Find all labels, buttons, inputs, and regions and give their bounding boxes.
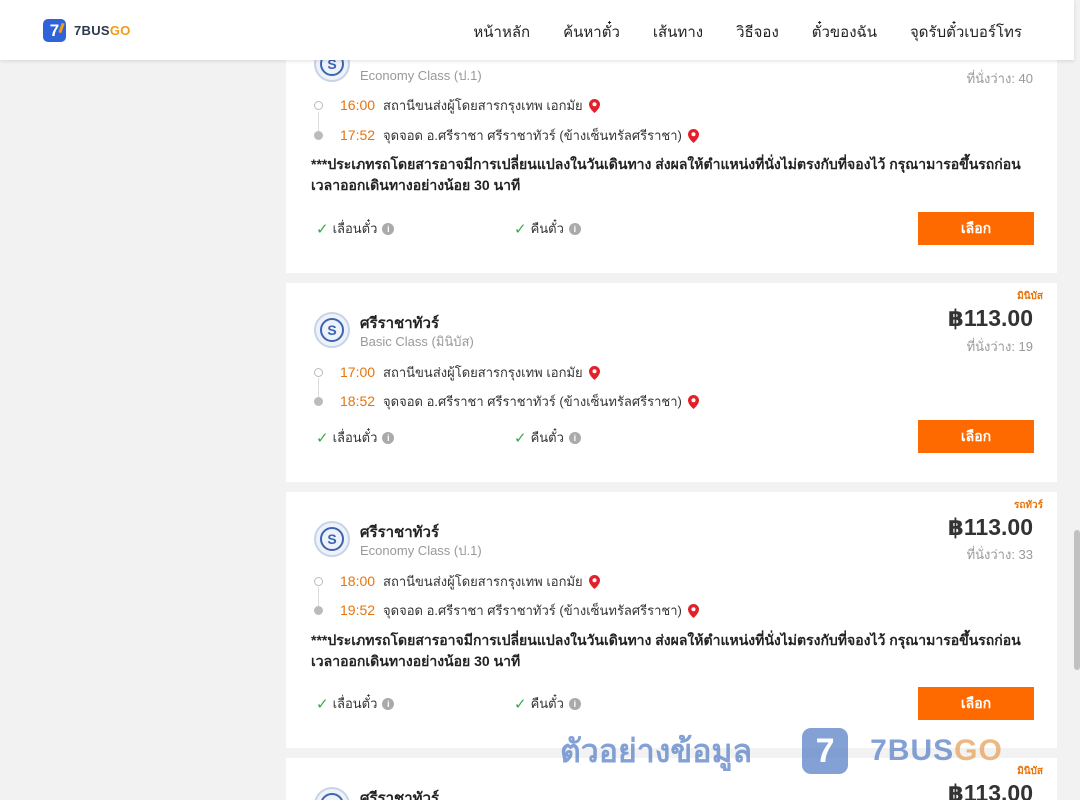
departure-stop: 16:00 สถานีขนส่งผู้โดยสารกรุงเทพ เอกมัย [314, 95, 600, 115]
info-icon[interactable]: i [568, 697, 581, 710]
bus-class: Economy Class (ป.1) [360, 543, 482, 558]
arrival-dot-icon [314, 605, 323, 615]
operator-logo-icon: S [314, 787, 350, 800]
check-icon: ✓ [514, 220, 527, 238]
select-trip-button[interactable]: เลือก [918, 687, 1034, 720]
seats-available: ที่นั่งว่าง: 33 [966, 547, 1033, 562]
bus-type-badge: รถทัวร์ [1013, 500, 1043, 511]
arrival-stop: 19:52 จุดจอด อ.ศรีราชา ศรีราชาทัวร์ (ข้า… [314, 600, 699, 620]
bus-class: Economy Class (ป.1) [360, 68, 482, 83]
arrival-time: 17:52 [340, 127, 376, 143]
arrival-place: จุดจอด อ.ศรีราชา ศรีราชาทัวร์ (ข้างเซ็นท… [383, 602, 682, 618]
departure-dot-icon [314, 100, 323, 110]
page-scrollbar[interactable] [1074, 0, 1080, 800]
seats-available: ที่นั่งว่าง: 40 [966, 71, 1033, 86]
nav-how-to-book[interactable]: วิธีจอง [736, 20, 779, 44]
refund-ticket-feature: ✓ คืนตั๋ว i [514, 427, 581, 448]
bus-change-notice: ***ประเภทรถโดยสารอาจมีการเปลี่ยนแปลงในวั… [311, 156, 1021, 193]
map-pin-icon[interactable] [687, 604, 699, 618]
info-icon[interactable]: i [568, 222, 581, 235]
operator-logo-icon: S [314, 312, 350, 348]
ticket-price: ฿113.00 [947, 514, 1033, 540]
departure-dot-icon [314, 367, 323, 377]
map-pin-icon[interactable] [687, 395, 699, 409]
departure-dot-icon [314, 576, 323, 586]
bus-type-badge: มินิบัส [1017, 291, 1043, 302]
check-icon: ✓ [316, 429, 329, 447]
brand-logo[interactable]: 7 7BUSGO [43, 19, 131, 42]
ticket-price: ฿113.00 [947, 780, 1033, 800]
departure-time: 17:00 [340, 364, 376, 380]
departure-time: 18:00 [340, 573, 376, 589]
departure-place: สถานีขนส่งผู้โดยสารกรุงเทพ เอกมัย [383, 573, 583, 589]
brand-logo-icon: 7 [43, 19, 66, 42]
map-pin-icon[interactable] [588, 575, 600, 589]
check-icon: ✓ [316, 695, 329, 713]
trip-card: มินิบัส S ศรีราชาทัวร์ ฿113.00 [286, 758, 1057, 800]
change-ticket-feature: ✓ เลื่อนตั๋ว i [316, 427, 395, 448]
select-trip-button[interactable]: เลือก [918, 420, 1034, 453]
seats-available: ที่นั่งว่าง: 19 [966, 339, 1033, 354]
info-icon[interactable]: i [382, 431, 395, 444]
arrival-time: 18:52 [340, 393, 376, 409]
brand-name: 7BUSGO [74, 23, 131, 38]
operator-name: ศรีราชาทัวร์ [360, 790, 440, 800]
departure-stop: 17:00 สถานีขนส่งผู้โดยสารกรุงเทพ เอกมัย [314, 362, 600, 382]
change-ticket-feature: ✓ เลื่อนตั๋ว i [316, 693, 395, 714]
arrival-stop: 18:52 จุดจอด อ.ศรีราชา ศรีราชาทัวร์ (ข้า… [314, 391, 699, 411]
map-pin-icon[interactable] [588, 366, 600, 380]
info-icon[interactable]: i [382, 697, 395, 710]
nav-search-ticket[interactable]: ค้นหาตั๋ว [563, 20, 620, 44]
nav-my-tickets[interactable]: ตั๋วของฉัน [812, 20, 877, 44]
trip-card: รถทัวร์ S ศรีราชาทัวร์ Economy Class (ป.… [286, 492, 1057, 748]
scrollbar-thumb[interactable] [1074, 530, 1080, 670]
top-header: 7 7BUSGO หน้าหลัก ค้นหาตั๋ว เส้นทาง วิธี… [0, 0, 1074, 60]
change-ticket-feature: ✓ เลื่อนตั๋ว i [316, 218, 395, 239]
arrival-place: จุดจอด อ.ศรีราชา ศรีราชาทัวร์ (ข้างเซ็นท… [383, 393, 682, 409]
departure-place: สถานีขนส่งผู้โดยสารกรุงเทพ เอกมัย [383, 364, 583, 380]
nav-ticket-points[interactable]: จุดรับตั๋วเบอร์โทร [910, 20, 1022, 44]
ticket-price: ฿113.00 [947, 305, 1033, 331]
map-pin-icon[interactable] [687, 129, 699, 143]
trip-card: มินิบัส S ศรีราชาทัวร์ Basic Class (มินิ… [286, 283, 1057, 482]
trip-card: S Economy Class (ป.1) ที่นั่งว่าง: 40 16… [286, 30, 1057, 273]
nav-routes[interactable]: เส้นทาง [653, 20, 703, 44]
map-pin-icon[interactable] [588, 99, 600, 113]
refund-ticket-feature: ✓ คืนตั๋ว i [514, 693, 581, 714]
arrival-stop: 17:52 จุดจอด อ.ศรีราชา ศรีราชาทัวร์ (ข้า… [314, 125, 699, 145]
bus-type-badge: มินิบัส [1017, 766, 1043, 777]
bus-change-notice: ***ประเภทรถโดยสารอาจมีการเปลี่ยนแปลงในวั… [311, 632, 1021, 669]
select-trip-button[interactable]: เลือก [918, 212, 1034, 245]
check-icon: ✓ [316, 220, 329, 238]
arrival-dot-icon [314, 396, 323, 406]
nav-home[interactable]: หน้าหลัก [473, 20, 530, 44]
arrival-time: 19:52 [340, 602, 376, 618]
info-icon[interactable]: i [382, 222, 395, 235]
arrival-place: จุดจอด อ.ศรีราชา ศรีราชาทัวร์ (ข้างเซ็นท… [383, 127, 682, 143]
arrival-dot-icon [314, 130, 323, 140]
departure-place: สถานีขนส่งผู้โดยสารกรุงเทพ เอกมัย [383, 97, 583, 113]
operator-logo-icon: S [314, 521, 350, 557]
check-icon: ✓ [514, 695, 527, 713]
check-icon: ✓ [514, 429, 527, 447]
departure-time: 16:00 [340, 97, 376, 113]
departure-stop: 18:00 สถานีขนส่งผู้โดยสารกรุงเทพ เอกมัย [314, 571, 600, 591]
info-icon[interactable]: i [568, 431, 581, 444]
bus-class: Basic Class (มินิบัส) [360, 334, 474, 349]
refund-ticket-feature: ✓ คืนตั๋ว i [514, 218, 581, 239]
main-nav: หน้าหลัก ค้นหาตั๋ว เส้นทาง วิธีจอง ตั๋วข… [440, 20, 1022, 44]
